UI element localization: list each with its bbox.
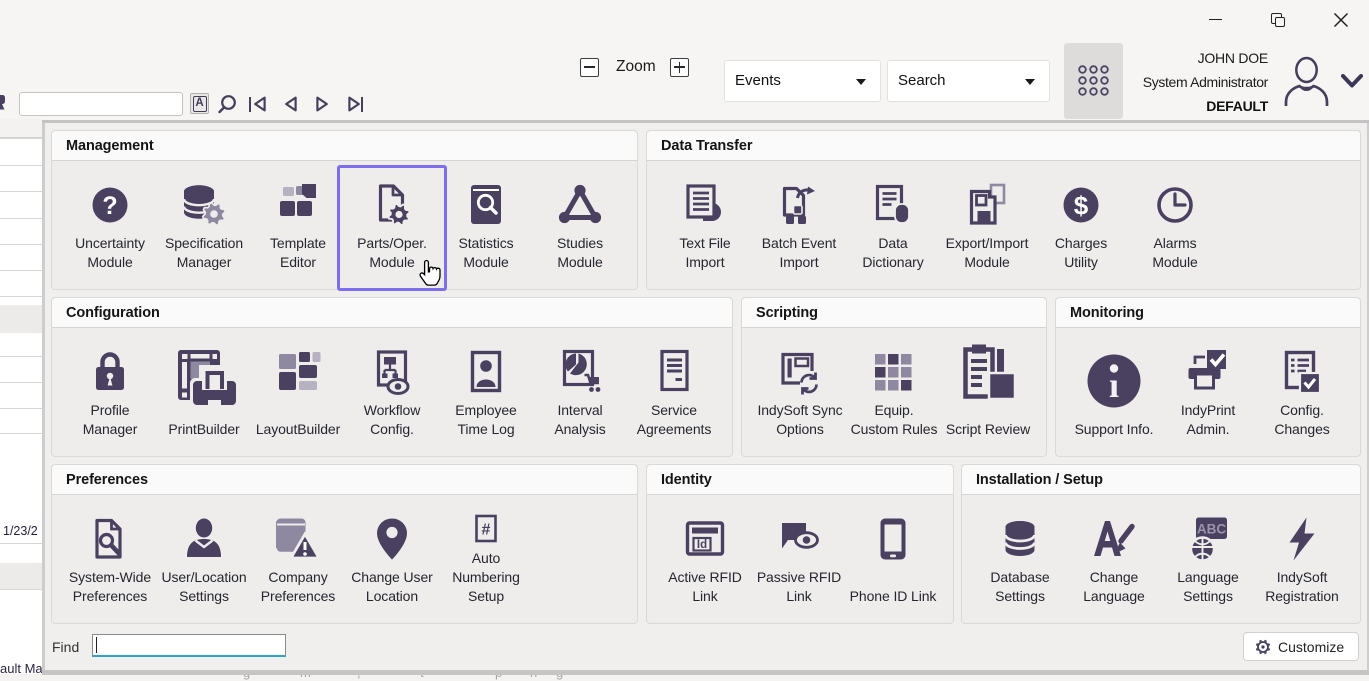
svg-text:ABC: ABC — [1197, 522, 1226, 537]
svg-text:Id: Id — [697, 539, 707, 551]
svg-text:ı: ı — [1109, 365, 1119, 405]
svg-text:$: $ — [1074, 191, 1089, 221]
svg-text:?: ? — [102, 192, 117, 220]
svg-text:#: # — [482, 522, 491, 539]
